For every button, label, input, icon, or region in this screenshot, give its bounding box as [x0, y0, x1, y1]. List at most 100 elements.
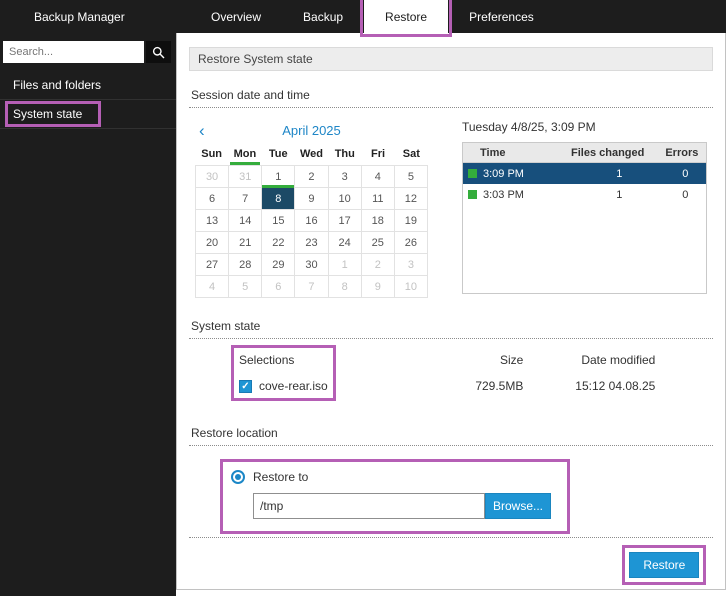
- sidebar: Files and folders System state: [0, 33, 176, 596]
- calendar-day-cell[interactable]: 2: [295, 166, 328, 188]
- calendar-day-cell[interactable]: 31: [229, 166, 262, 188]
- calendar-day-cell[interactable]: 7: [229, 188, 262, 210]
- sessions-column-header: Files changed: [571, 147, 656, 159]
- calendar-day-cell[interactable]: 12: [395, 188, 428, 210]
- sidebar-nav: Files and folders System state: [0, 71, 176, 129]
- restore-path-row: Browse...: [253, 493, 551, 519]
- tab-restore[interactable]: Restore: [364, 0, 448, 33]
- restore-to-radio[interactable]: [231, 470, 245, 484]
- sessions-title: Tuesday 4/8/25, 3:09 PM: [462, 120, 707, 135]
- sidebar-item-files-and-folders[interactable]: Files and folders: [0, 71, 176, 100]
- sessions-header-row: TimeFiles changedErrors: [463, 143, 706, 163]
- app-title: Backup Manager: [0, 0, 176, 33]
- sidebar-item-label: System state: [9, 105, 97, 123]
- calendar: ‹ April 2025 SunMonTueWedThuFriSat 30311…: [195, 120, 428, 298]
- restore-location-block: Restore to Browse...: [189, 446, 713, 537]
- calendar-day-cell[interactable]: 23: [295, 232, 328, 254]
- size-header: Size: [500, 353, 523, 367]
- calendar-day-cell[interactable]: 5: [395, 166, 428, 188]
- selection-size-value: 729.5MB: [475, 379, 523, 393]
- calendar-day-cell[interactable]: 1: [262, 166, 295, 188]
- selection-checkbox[interactable]: ✓: [239, 380, 252, 393]
- calendar-day-cell[interactable]: 18: [362, 210, 395, 232]
- calendar-day-cell[interactable]: 6: [196, 188, 229, 210]
- calendar-header: ‹ April 2025: [195, 120, 428, 140]
- restore-to-label: Restore to: [253, 470, 308, 484]
- calendar-day-cell[interactable]: 26: [395, 232, 428, 254]
- session-row[interactable]: 3:03 PM10: [463, 184, 706, 205]
- calendar-day-cell[interactable]: 28: [229, 254, 262, 276]
- session-time-label: 3:03 PM: [483, 189, 524, 201]
- calendar-day-cell[interactable]: 13: [196, 210, 229, 232]
- calendar-day-cell[interactable]: 3: [329, 166, 362, 188]
- calendar-day-header: Wed: [295, 145, 328, 165]
- tab-preferences[interactable]: Preferences: [448, 0, 555, 33]
- calendar-day-cell[interactable]: 14: [229, 210, 262, 232]
- calendar-day-cell[interactable]: 19: [395, 210, 428, 232]
- tab-overview[interactable]: Overview: [190, 0, 282, 33]
- session-time-cell: 3:03 PM: [463, 189, 571, 201]
- tab-backup[interactable]: Backup: [282, 0, 364, 33]
- calendar-day-cell[interactable]: 15: [262, 210, 295, 232]
- tab-bar: OverviewBackupRestorePreferences: [190, 0, 555, 33]
- search-row: [0, 33, 176, 71]
- sidebar-item-label: Files and folders: [9, 76, 105, 94]
- calendar-day-cell[interactable]: 24: [329, 232, 362, 254]
- restore-location-annotated-area: Restore to Browse...: [223, 462, 567, 531]
- calendar-day-cell[interactable]: 21: [229, 232, 262, 254]
- section-title-session: Session date and time: [189, 84, 713, 108]
- calendar-day-cell[interactable]: 10: [395, 276, 428, 298]
- session-errors: 0: [656, 189, 706, 201]
- search-button[interactable]: [146, 41, 171, 63]
- calendar-day-cell[interactable]: 11: [362, 188, 395, 210]
- session-errors: 0: [656, 168, 706, 180]
- selections-header: Selections: [239, 353, 328, 367]
- calendar-day-cell[interactable]: 8: [262, 188, 295, 210]
- calendar-day-cell[interactable]: 17: [329, 210, 362, 232]
- calendar-day-cell[interactable]: 9: [362, 276, 395, 298]
- calendar-day-cell[interactable]: 22: [262, 232, 295, 254]
- panel-title: Restore System state: [189, 47, 713, 71]
- search-input[interactable]: [3, 41, 144, 63]
- calendar-day-cell[interactable]: 6: [262, 276, 295, 298]
- calendar-day-cell[interactable]: 10: [329, 188, 362, 210]
- calendar-day-cell[interactable]: 25: [362, 232, 395, 254]
- session-time-cell: 3:09 PM: [463, 168, 571, 180]
- browse-button[interactable]: Browse...: [485, 493, 551, 519]
- selection-row[interactable]: ✓cove-rear.iso: [239, 379, 328, 393]
- calendar-day-cell[interactable]: 20: [196, 232, 229, 254]
- calendar-day-cell[interactable]: 3: [395, 254, 428, 276]
- calendar-day-cell[interactable]: 1: [329, 254, 362, 276]
- calendar-day-cell[interactable]: 16: [295, 210, 328, 232]
- calendar-day-cell[interactable]: 9: [295, 188, 328, 210]
- top-bar: Backup Manager OverviewBackupRestorePref…: [0, 0, 726, 33]
- calendar-day-header: Fri: [361, 145, 394, 165]
- restore-path-input[interactable]: [253, 493, 485, 519]
- restore-to-row: Restore to: [231, 470, 551, 484]
- calendar-day-cell[interactable]: 30: [295, 254, 328, 276]
- calendar-prev-icon[interactable]: ‹: [195, 122, 221, 139]
- calendar-day-cell[interactable]: 7: [295, 276, 328, 298]
- selections-annotated-area: Selections ✓cove-rear.iso: [239, 353, 328, 393]
- sessions-table: TimeFiles changedErrors 3:09 PM103:03 PM…: [462, 142, 707, 294]
- section-title-system-state: System state: [189, 315, 713, 339]
- calendar-day-cell[interactable]: 27: [196, 254, 229, 276]
- calendar-day-cell[interactable]: 30: [196, 166, 229, 188]
- calendar-day-header: Mon: [228, 145, 261, 165]
- section-title-restore-location: Restore location: [189, 422, 713, 446]
- calendar-day-cell[interactable]: 5: [229, 276, 262, 298]
- sessions-panel: Tuesday 4/8/25, 3:09 PM TimeFiles change…: [462, 120, 707, 298]
- calendar-day-cell[interactable]: 4: [362, 166, 395, 188]
- session-row[interactable]: 3:09 PM10: [463, 163, 706, 184]
- sessions-column-header: Time: [463, 147, 571, 159]
- sidebar-item-system-state[interactable]: System state: [0, 100, 176, 129]
- session-files-changed: 1: [571, 168, 656, 180]
- calendar-day-cell[interactable]: 8: [329, 276, 362, 298]
- calendar-day-header: Sun: [195, 145, 228, 165]
- calendar-day-cell[interactable]: 2: [362, 254, 395, 276]
- calendar-day-header: Tue: [262, 145, 295, 165]
- calendar-day-cell[interactable]: 4: [196, 276, 229, 298]
- restore-button[interactable]: Restore: [629, 552, 699, 578]
- main-layout: Files and folders System state Restore Sy…: [0, 33, 726, 596]
- calendar-day-cell[interactable]: 29: [262, 254, 295, 276]
